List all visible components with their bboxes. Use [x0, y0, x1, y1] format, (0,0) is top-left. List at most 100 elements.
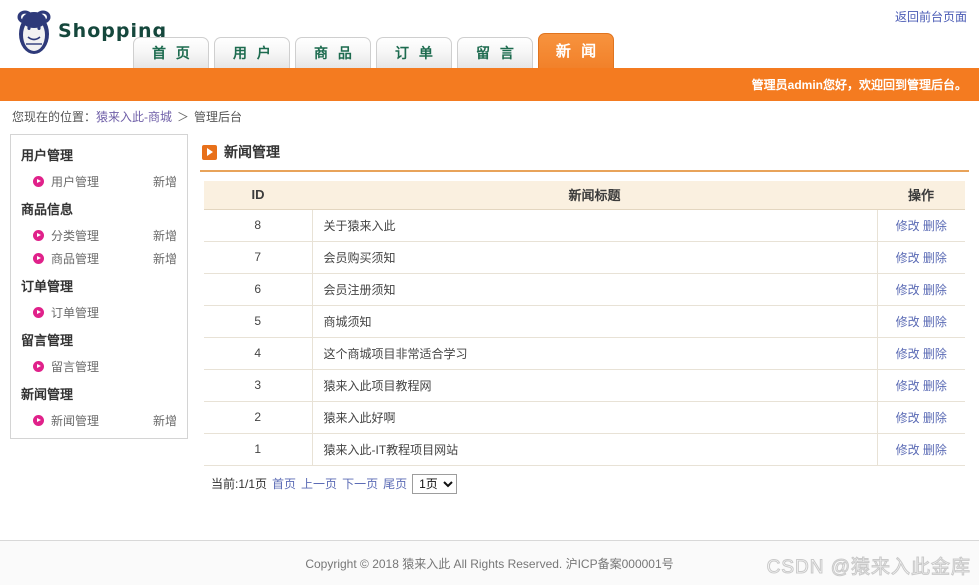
cell-operations: 修改 删除	[876, 337, 965, 370]
return-to-frontend-link[interactable]: 返回前台页面	[895, 8, 967, 25]
delete-link[interactable]: 删除	[923, 347, 947, 361]
page-layout: 用户管理 用户管理 新增 商品信息 分类管理 新增 商品管理 新增 订单管理 订…	[0, 131, 979, 531]
cell-id: 3	[204, 369, 313, 402]
sidebar-group-title-users: 用户管理	[21, 148, 74, 163]
sidebar-item-label: 新闻管理	[51, 414, 100, 428]
site-header: Shopping 返回前台页面 首 页 用 户 商 品 订 单 留 言 新 闻	[0, 0, 979, 68]
news-table-wrapper: ID 新闻标题 操作 8 关于猿来入此 修改 删除 7 会员购买须知 修改 删除…	[200, 172, 969, 494]
edit-link[interactable]: 修改	[896, 411, 920, 425]
cell-operations: 修改 删除	[876, 401, 965, 434]
table-row: 8 关于猿来入此 修改 删除	[204, 209, 965, 242]
cell-operations: 修改 删除	[876, 209, 965, 242]
delete-link[interactable]: 删除	[923, 283, 947, 297]
delete-link[interactable]: 删除	[923, 251, 947, 265]
tab-home[interactable]: 首 页	[133, 37, 209, 68]
sidebar-item-add-link[interactable]: 新增	[153, 227, 177, 244]
tab-orders[interactable]: 订 单	[376, 37, 452, 68]
edit-link[interactable]: 修改	[896, 443, 920, 457]
delete-link[interactable]: 删除	[923, 379, 947, 393]
cell-id: 4	[204, 337, 313, 370]
sidebar-item-user-management[interactable]: 用户管理 新增	[11, 170, 187, 193]
pagination-last[interactable]: 尾页	[383, 475, 407, 492]
table-row: 1 猿来入此-IT教程项目网站 修改 删除	[204, 433, 965, 466]
sidebar-item-order-management[interactable]: 订单管理	[11, 301, 187, 324]
edit-link[interactable]: 修改	[896, 315, 920, 329]
edit-link[interactable]: 修改	[896, 347, 920, 361]
arrow-bullet-icon	[33, 176, 44, 187]
pagination-next[interactable]: 下一页	[342, 475, 378, 492]
tab-messages[interactable]: 留 言	[457, 37, 533, 68]
sidebar-item-label: 订单管理	[51, 306, 100, 320]
tab-news[interactable]: 新 闻	[538, 33, 614, 68]
table-row: 5 商城须知 修改 删除	[204, 305, 965, 338]
cell-title: 会员购买须知	[312, 241, 877, 274]
sidebar-item-add-link[interactable]: 新增	[153, 173, 177, 190]
arrow-bullet-icon	[33, 230, 44, 241]
table-row: 4 这个商城项目非常适合学习 修改 删除	[204, 337, 965, 370]
cell-operations: 修改 删除	[876, 273, 965, 306]
delete-link[interactable]: 删除	[923, 219, 947, 233]
table-row: 2 猿来入此好啊 修改 删除	[204, 401, 965, 434]
edit-link[interactable]: 修改	[896, 219, 920, 233]
tab-products[interactable]: 商 品	[295, 37, 371, 68]
breadcrumb: 您现在的位置： 猿来入此-商城 ＞ 管理后台	[0, 101, 979, 131]
edit-link[interactable]: 修改	[896, 379, 920, 393]
news-table-head: ID 新闻标题 操作	[204, 181, 965, 210]
breadcrumb-link-shop[interactable]: 猿来入此-商城	[96, 108, 172, 125]
cell-id: 2	[204, 401, 313, 434]
sidebar-group-title-messages: 留言管理	[21, 333, 74, 348]
news-table-body: 8 关于猿来入此 修改 删除 7 会员购买须知 修改 删除 6 会员注册须知 修…	[204, 209, 965, 466]
sidebar-group-title-news: 新闻管理	[21, 387, 74, 402]
arrow-bullet-icon	[33, 307, 44, 318]
delete-link[interactable]: 删除	[923, 315, 947, 329]
monkey-logo-icon	[14, 6, 54, 58]
main-content: 新闻管理 ID 新闻标题 操作 8 关于猿来入此 修改 删除 7 会员购买须知 …	[200, 134, 969, 494]
pagination: 当前:1/1页 首页 上一页 下一页 尾页 1页	[204, 466, 965, 494]
pagination-first[interactable]: 首页	[272, 475, 296, 492]
pagination-prev[interactable]: 上一页	[301, 475, 337, 492]
tab-users[interactable]: 用 户	[214, 37, 290, 68]
breadcrumb-current: 管理后台	[194, 109, 243, 124]
page-select[interactable]: 1页	[412, 473, 458, 494]
arrow-bullet-icon	[33, 361, 44, 372]
copyright-text: Copyright © 2018 猿来入此 All Rights Reserve…	[305, 556, 674, 571]
site-footer: Copyright © 2018 猿来入此 All Rights Reserve…	[0, 540, 979, 585]
sidebar-item-add-link[interactable]: 新增	[153, 250, 177, 267]
delete-link[interactable]: 删除	[923, 411, 947, 425]
table-row: 6 会员注册须知 修改 删除	[204, 273, 965, 306]
cell-title: 这个商城项目非常适合学习	[312, 337, 877, 370]
cell-id: 1	[204, 433, 313, 466]
cell-title: 关于猿来入此	[312, 209, 877, 242]
sidebar-item-product-management[interactable]: 商品管理 新增	[11, 247, 187, 270]
sidebar-item-message-management[interactable]: 留言管理	[11, 355, 187, 378]
page-title: 新闻管理	[224, 144, 280, 160]
table-header-row: ID 新闻标题 操作	[204, 181, 965, 210]
admin-welcome-bar: 管理员admin您好，欢迎回到管理后台。	[0, 68, 979, 101]
column-header-id: ID	[204, 181, 312, 210]
sidebar-item-add-link[interactable]: 新增	[153, 412, 177, 429]
edit-link[interactable]: 修改	[896, 251, 920, 265]
sidebar-item-label: 用户管理	[51, 175, 100, 189]
column-header-operations: 操作	[877, 181, 965, 210]
sidebar-item-label: 留言管理	[51, 360, 100, 374]
cell-id: 7	[204, 241, 313, 274]
table-row: 7 会员购买须知 修改 删除	[204, 241, 965, 274]
welcome-message: 管理员admin您好，欢迎回到管理后台。	[751, 78, 967, 92]
cell-title: 猿来入此项目教程网	[312, 369, 877, 402]
sidebar-group-title-products: 商品信息	[21, 202, 74, 217]
cell-id: 5	[204, 305, 313, 338]
cell-operations: 修改 删除	[876, 241, 965, 274]
sidebar-item-category-management[interactable]: 分类管理 新增	[11, 224, 187, 247]
sidebar-item-news-management[interactable]: 新闻管理 新增	[11, 409, 187, 432]
cell-title: 商城须知	[312, 305, 877, 338]
arrow-bullet-icon	[33, 253, 44, 264]
sidebar-group-title-orders: 订单管理	[21, 279, 74, 294]
cell-operations: 修改 删除	[876, 369, 965, 402]
news-table: ID 新闻标题 操作 8 关于猿来入此 修改 删除 7 会员购买须知 修改 删除…	[204, 181, 965, 466]
cell-id: 6	[204, 273, 313, 306]
main-nav-tabs: 首 页 用 户 商 品 订 单 留 言 新 闻	[133, 33, 614, 68]
column-header-title: 新闻标题	[312, 181, 877, 210]
sidebar-item-label: 分类管理	[51, 229, 100, 243]
delete-link[interactable]: 删除	[923, 443, 947, 457]
edit-link[interactable]: 修改	[896, 283, 920, 297]
